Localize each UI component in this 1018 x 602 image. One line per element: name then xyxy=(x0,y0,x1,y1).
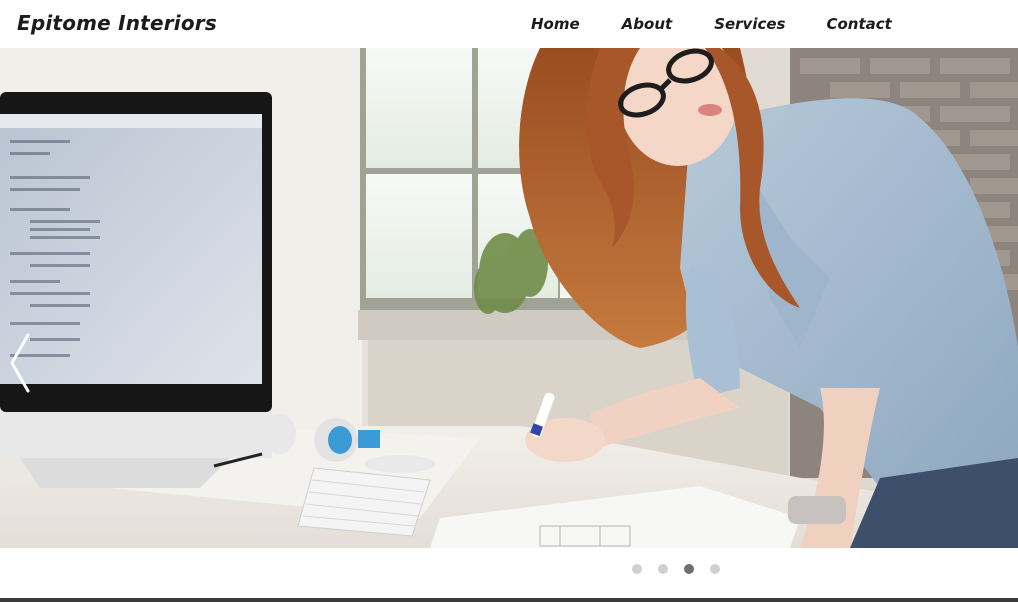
slider-dot-4[interactable] xyxy=(710,564,720,574)
page: Epitome Interiors Home About Services Co… xyxy=(0,0,1018,602)
slider-prev-button[interactable] xyxy=(6,331,32,395)
hero-slider xyxy=(0,48,1018,548)
slider-indicators xyxy=(632,564,720,574)
chevron-left-icon xyxy=(10,333,30,393)
nav-services-link[interactable]: Services xyxy=(714,15,785,33)
site-header: Epitome Interiors Home About Services Co… xyxy=(0,0,1018,48)
slider-dot-2[interactable] xyxy=(658,564,668,574)
main-nav: Home About Services Contact xyxy=(531,15,892,33)
hero-photo xyxy=(0,48,1018,548)
slider-dot-3[interactable] xyxy=(684,564,694,574)
nav-home-link[interactable]: Home xyxy=(531,15,580,33)
footer-edge xyxy=(0,598,1018,602)
nav-contact-link[interactable]: Contact xyxy=(826,15,891,33)
nav-about-link[interactable]: About xyxy=(622,15,673,33)
brand-logo[interactable]: Epitome Interiors xyxy=(17,11,217,35)
slider-dot-1[interactable] xyxy=(632,564,642,574)
